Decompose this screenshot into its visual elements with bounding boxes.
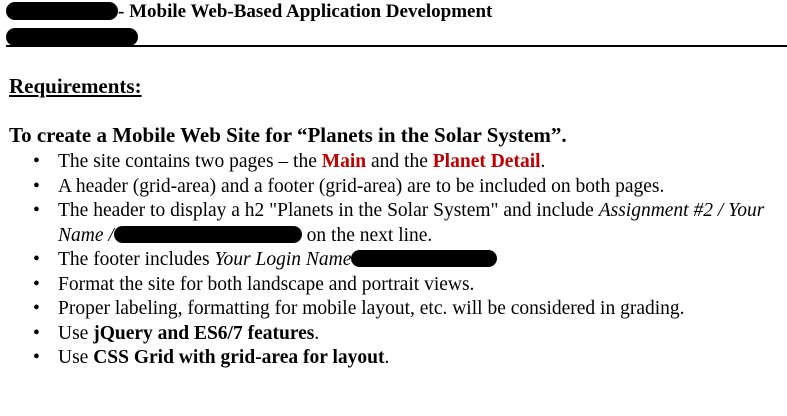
bullet-icon: •	[33, 273, 40, 295]
redacted-text	[351, 250, 498, 267]
redacted-course-code	[6, 2, 118, 20]
list-item: • Format the site for both landscape and…	[0, 273, 778, 298]
document-header: - Mobile Web-Based Application Developme…	[0, 0, 787, 47]
bullet-icon: •	[33, 175, 40, 197]
main-page-label: Main	[321, 151, 367, 172]
requirements-list: • The site contains two pages – the Main…	[0, 150, 787, 371]
list-item: • The header to display a h2 "Planets in…	[33, 200, 765, 246]
bullet-icon: •	[33, 200, 40, 221]
redacted-subtitle	[6, 28, 138, 46]
list-item: • The footer includes Your Login Name	[0, 248, 778, 273]
requirements-heading: Requirements:	[9, 74, 142, 98]
redacted-text	[113, 225, 302, 243]
list-item: • A header (grid-area) and a footer (gri…	[0, 175, 778, 200]
list-item: • Proper labeling, formatting for mobile…	[0, 297, 778, 322]
planet-detail-label: Planet Detail	[432, 151, 541, 172]
bullet-icon: •	[33, 322, 40, 344]
bullet-icon: •	[33, 298, 40, 319]
list-item: • Use CSS Grid with grid-area for layout…	[0, 346, 778, 371]
document-title: - Mobile Web-Based Application Developme…	[118, 1, 493, 22]
bullet-icon: •	[33, 347, 40, 368]
bullet-icon: •	[33, 151, 40, 172]
list-item: • Use jQuery and ES6/7 features.	[0, 322, 778, 347]
task-heading: To create a Mobile Web Site for “Planets…	[9, 123, 567, 147]
list-item: • The site contains two pages – the Main…	[0, 150, 778, 175]
bullet-icon: •	[33, 249, 40, 270]
header-divider	[6, 45, 787, 47]
